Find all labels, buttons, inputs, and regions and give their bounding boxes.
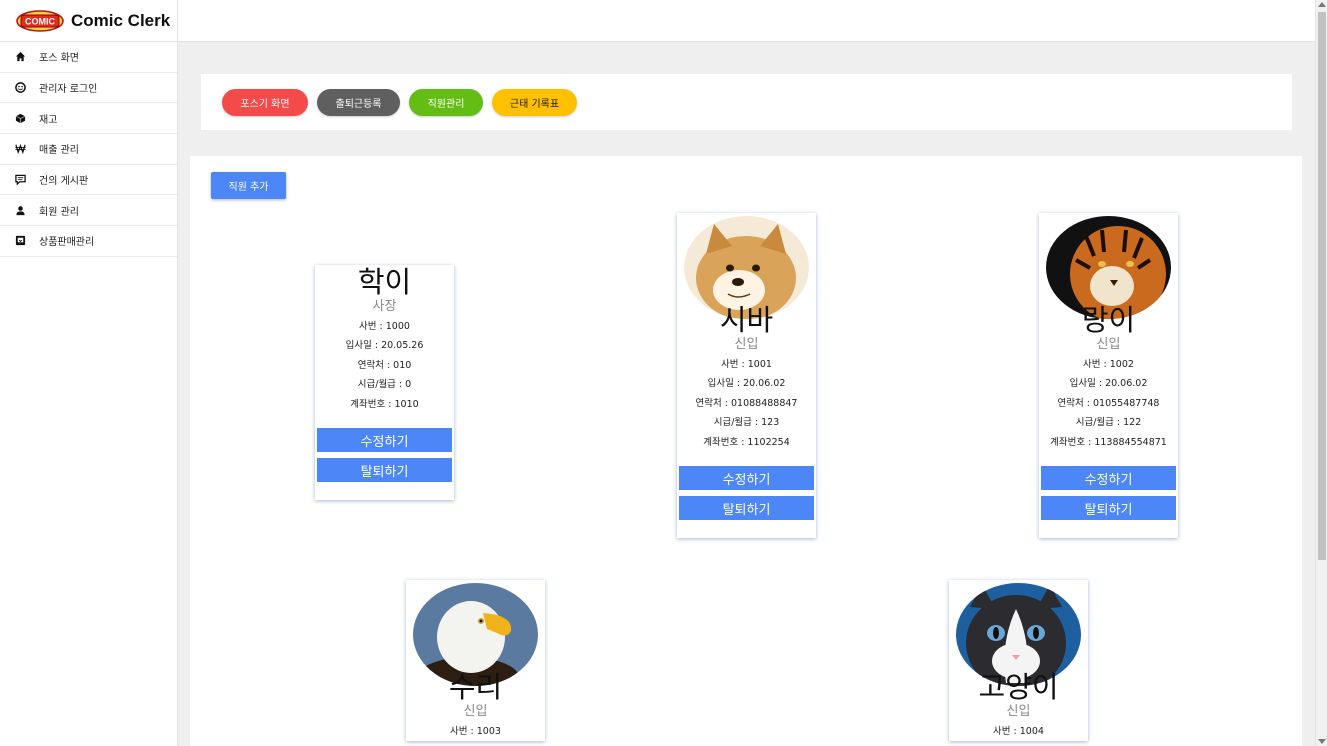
sidebar-item-label: 상품판매관리: [39, 237, 95, 249]
top-bar: [178, 0, 1315, 42]
employee-id: 사번 : 1003: [450, 726, 501, 737]
pos-screen-button[interactable]: 포스기 화면: [222, 88, 308, 116]
scroll-thumb[interactable]: [1318, 12, 1326, 560]
staff-management-button[interactable]: 직원관리: [409, 88, 483, 116]
smile-icon: [14, 82, 26, 94]
comic-logo: COMIC: [16, 9, 64, 32]
sidebar-item-label: 건의 게시판: [39, 176, 89, 188]
employee-id: 사번 : 1004: [993, 726, 1044, 737]
edit-employee-button[interactable]: 수정하기: [679, 466, 814, 491]
employee-id: 사번 : 1002: [1083, 359, 1134, 370]
sidebar-item-board[interactable]: 건의 게시판: [0, 165, 177, 196]
employee-card: 고양이 신입 사번 : 1004: [949, 580, 1088, 742]
employee-wage: 시급/월급 : 123: [713, 417, 780, 429]
employee-joined: 입사일 : 20.06.02: [707, 378, 786, 390]
sidebar-item-members[interactable]: 회원 관리: [0, 195, 177, 227]
employee-name: 시바: [719, 303, 774, 337]
employee-rank: 신입: [1006, 704, 1031, 719]
sidebar: COMIC Comic Clerk 포스 화면 관리자 로그인 재고 매출 관리…: [0, 0, 178, 746]
add-staff-button[interactable]: 직원 추가: [211, 172, 286, 199]
scroll-down-icon[interactable]: [1318, 739, 1326, 744]
svg-text:COMIC: COMIC: [25, 16, 55, 26]
employee-card: 수리 신입 사번 : 1003: [406, 580, 545, 742]
app-title: Comic Clerk: [71, 10, 171, 30]
sidebar-item-label: 포스 화면: [39, 53, 79, 65]
employee-id: 사번 : 1001: [721, 359, 772, 370]
employee-rank: 신입: [463, 704, 488, 719]
employee-wage: 시급/월급 : 122: [1075, 417, 1142, 429]
timesheet-button[interactable]: 근태 기록표: [492, 88, 577, 116]
box-icon: [14, 112, 26, 124]
employee-id: 사번 : 1000: [359, 321, 410, 332]
staff-panel: 직원 추가 학이 사장 사번 : 1000 입사일 : 20.05.26 연락처…: [190, 156, 1302, 746]
employee-account: 계좌번호 : 1010: [350, 398, 419, 410]
chat-icon: [14, 174, 26, 186]
employee-joined: 입사일 : 20.05.26: [345, 340, 424, 352]
employee-phone: 연락처 : 01088488847: [695, 397, 798, 409]
sidebar-item-label: 회원 관리: [39, 206, 79, 218]
employee-wage: 시급/월급 : 0: [357, 379, 412, 391]
employee-card: 랑이 신입 사번 : 1002 입사일 : 20.06.02 연락처 : 010…: [1039, 213, 1178, 539]
employee-card: 학이 사장 사번 : 1000 입사일 : 20.05.26 연락처 : 010…: [315, 265, 454, 501]
employee-name: 고양이: [978, 670, 1059, 704]
edit-employee-button[interactable]: 수정하기: [317, 428, 452, 453]
employee-phone: 연락처 : 010: [357, 359, 412, 371]
sidebar-nav: 포스 화면 관리자 로그인 재고 매출 관리 건의 게시판 회원 관리 상품판매…: [0, 42, 177, 257]
remove-employee-button[interactable]: 탈퇴하기: [317, 458, 452, 483]
edit-employee-button[interactable]: 수정하기: [1041, 466, 1176, 491]
sidebar-item-label: 관리자 로그인: [39, 84, 98, 96]
user-icon: [14, 204, 26, 216]
remove-employee-button[interactable]: 탈퇴하기: [679, 496, 814, 521]
sidebar-item-inventory[interactable]: 재고: [0, 103, 177, 135]
employee-name: 학이: [357, 265, 412, 299]
brand-header[interactable]: COMIC Comic Clerk: [0, 0, 177, 42]
toolbar: 포스기 화면 출퇴근등록 직원관리 근태 기록표: [201, 74, 1292, 130]
attendance-button[interactable]: 출퇴근등록: [317, 88, 400, 116]
employee-joined: 입사일 : 20.06.02: [1069, 378, 1148, 390]
sidebar-item-sales[interactable]: 매출 관리: [0, 134, 177, 165]
sidebar-item-label: 매출 관리: [39, 145, 79, 157]
employee-name: 수리: [448, 670, 503, 704]
won-icon: [14, 143, 26, 155]
sale-icon: [14, 235, 26, 247]
remove-employee-button[interactable]: 탈퇴하기: [1041, 496, 1176, 521]
employee-account: 계좌번호 : 113884554871: [1050, 436, 1167, 448]
page-scrollbar[interactable]: [1315, 0, 1327, 746]
employee-card: 시바 신입 사번 : 1001 입사일 : 20.06.02 연락처 : 010…: [677, 213, 816, 539]
employee-rank: 신입: [1096, 337, 1121, 352]
sidebar-item-admin-login[interactable]: 관리자 로그인: [0, 73, 177, 104]
sidebar-item-product-sales[interactable]: 상품판매관리: [0, 226, 177, 257]
employee-rank: 신입: [734, 337, 759, 352]
employee-phone: 연락처 : 01055487748: [1057, 397, 1160, 409]
sidebar-item-pos[interactable]: 포스 화면: [0, 42, 177, 73]
sidebar-item-label: 재고: [39, 114, 58, 126]
home-icon: [14, 51, 26, 63]
employee-account: 계좌번호 : 1102254: [703, 436, 790, 448]
scroll-up-icon[interactable]: [1318, 2, 1326, 7]
employee-rank: 사장: [372, 299, 397, 314]
employee-name: 랑이: [1081, 303, 1136, 337]
